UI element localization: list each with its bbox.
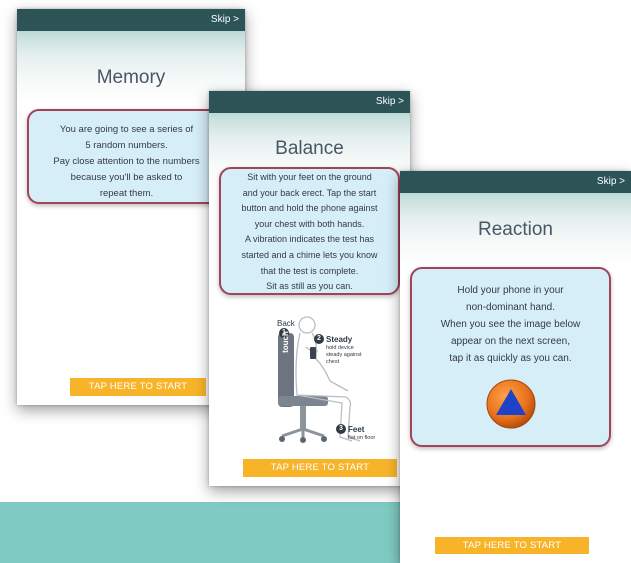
instruction-line: Sit as still as you can. bbox=[266, 281, 353, 292]
skip-button[interactable]: Skip > bbox=[376, 96, 404, 108]
instruction-line: button and hold the phone against bbox=[241, 203, 378, 214]
instructions-box: You are going to see a series of 5 rando… bbox=[27, 109, 226, 204]
feet-sub: flat on floor bbox=[348, 435, 376, 441]
instruction-line: When you see the image below bbox=[440, 319, 581, 330]
skip-button[interactable]: Skip > bbox=[211, 14, 239, 26]
instruction-line: tap it as quickly as you can. bbox=[449, 353, 572, 364]
instruction-line: non-dominant hand. bbox=[466, 302, 555, 313]
steady-sub-line: steady against bbox=[326, 352, 362, 358]
page-title: Reaction bbox=[478, 219, 553, 240]
page-title: Memory bbox=[96, 67, 166, 88]
instruction-line: Hold your phone in your bbox=[457, 285, 564, 296]
instruction-line: appear on the next screen, bbox=[451, 336, 570, 347]
chair-wheel bbox=[321, 436, 327, 442]
chair-seat bbox=[278, 396, 328, 406]
instruction-line: 5 random numbers. bbox=[85, 140, 168, 151]
page-title: Balance bbox=[275, 138, 344, 159]
start-button[interactable]: TAP HERE TO START bbox=[243, 459, 397, 477]
instruction-line: repeat them. bbox=[99, 188, 154, 199]
top-bar: Skip > bbox=[400, 171, 631, 193]
steady-sub-line: chest bbox=[326, 359, 340, 365]
start-button[interactable]: TAP HERE TO START bbox=[70, 378, 206, 396]
chair-wheel bbox=[279, 436, 285, 442]
top-bar: Skip > bbox=[17, 9, 245, 31]
reaction-screen: Skip > Reaction Hold your phone in your … bbox=[400, 171, 631, 563]
skip-button[interactable]: Skip > bbox=[597, 176, 625, 188]
phone-icon bbox=[310, 347, 316, 359]
instructions-box: Hold your phone in your non-dominant han… bbox=[410, 267, 611, 447]
instruction-line: A vibration indicates the test has bbox=[244, 234, 375, 245]
instruction-line: You are going to see a series of bbox=[59, 124, 194, 135]
instruction-line: your chest with both hands. bbox=[254, 218, 365, 229]
instruction-line: because you'll be asked to bbox=[70, 172, 183, 183]
instruction-line: Pay close attention to the numbers bbox=[53, 156, 200, 167]
steady-sub-line: hold device bbox=[326, 345, 354, 351]
instructions-box: Sit with your feet on the ground and you… bbox=[219, 167, 400, 295]
steady-label: Steady bbox=[326, 335, 353, 344]
instruction-line: that the test is complete. bbox=[260, 265, 359, 276]
top-bar: Skip > bbox=[209, 91, 410, 113]
chair-post bbox=[300, 406, 306, 430]
feet-label: Feet bbox=[348, 425, 365, 434]
feet-number: 3 bbox=[339, 425, 343, 432]
instruction-line: and your back erect. Tap the start bbox=[242, 187, 377, 198]
steady-number: 2 bbox=[317, 335, 321, 342]
start-button[interactable]: TAP HERE TO START bbox=[435, 537, 589, 554]
instruction-line: Sit with your feet on the ground bbox=[247, 172, 372, 182]
instruction-line: started and a chime lets you know bbox=[241, 249, 378, 260]
chair-label: don't touch bbox=[271, 331, 290, 353]
chair-wheel bbox=[300, 437, 306, 443]
triangle-target-icon[interactable] bbox=[486, 379, 536, 429]
balance-screen: Skip > Balance Sit with your feet on the… bbox=[209, 91, 410, 486]
